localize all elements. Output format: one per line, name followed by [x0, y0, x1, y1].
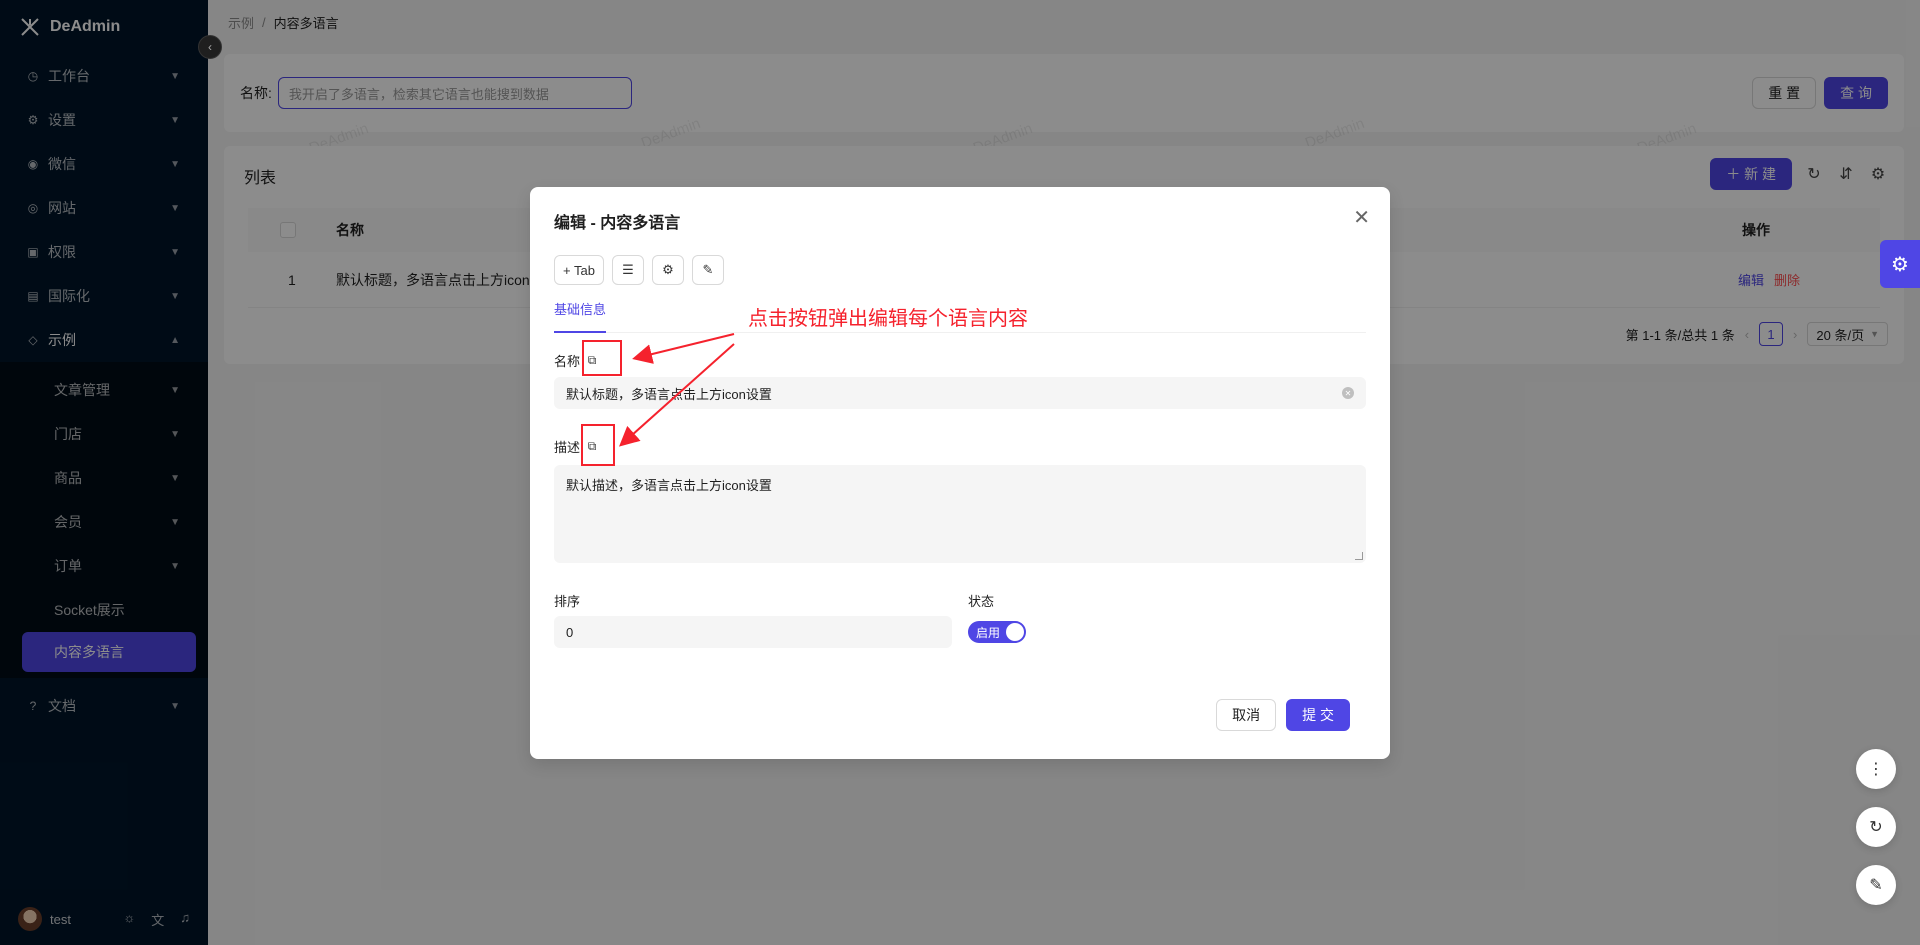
annotation-highlight-box: [581, 424, 615, 466]
desc-textarea-value: 默认描述，多语言点击上方icon设置: [566, 478, 772, 493]
sort-field-label: 排序: [554, 591, 580, 610]
gear-icon[interactable]: ⚙: [651, 255, 684, 285]
status-switch[interactable]: 启用: [968, 621, 1026, 643]
resize-handle[interactable]: [1355, 552, 1363, 560]
sort-input[interactable]: 0: [554, 616, 952, 648]
list-icon[interactable]: ☰: [611, 255, 644, 285]
edit-modal: 编辑 - 内容多语言 ✕ + Tab ☰ ⚙ ✎ 基础信息 名称 ⧉ 默认标题，…: [530, 187, 1390, 759]
collapse-sidebar-button[interactable]: ‹: [198, 35, 222, 59]
desc-textarea[interactable]: 默认描述，多语言点击上方icon设置: [554, 465, 1366, 563]
gear-icon: ⚙: [1891, 253, 1909, 276]
submit-button[interactable]: 提 交: [1286, 699, 1350, 731]
modal-toolbar: + Tab ☰ ⚙ ✎: [554, 255, 724, 285]
add-tab-button[interactable]: + Tab: [554, 255, 604, 285]
status-label-text: 状态: [968, 594, 995, 609]
desc-label-text: 描述: [554, 440, 581, 455]
cancel-button[interactable]: 取消: [1216, 699, 1277, 731]
annotation-highlight-box: [582, 340, 622, 376]
clear-input-icon[interactable]: ✕: [1342, 387, 1354, 399]
status-field-label: 状态: [968, 591, 994, 610]
sort-label-text: 排序: [554, 594, 581, 609]
modal-title: 编辑 - 内容多语言: [554, 215, 681, 232]
more-icon[interactable]: ⋮: [1856, 749, 1896, 789]
modal-footer: 取消 提 交: [1216, 699, 1350, 731]
name-input[interactable]: 默认标题，多语言点击上方icon设置 ✕: [554, 377, 1366, 409]
clear-icon[interactable]: ✎: [691, 255, 724, 285]
float-buttons: ⋮ ↻ ✎: [1856, 749, 1896, 905]
tab-basic-info[interactable]: 基础信息: [554, 299, 607, 333]
theme-setting-button[interactable]: ⚙: [1880, 240, 1920, 288]
switch-knob: [1006, 623, 1024, 641]
refresh-icon[interactable]: ↻: [1856, 807, 1896, 847]
name-label-text: 名称: [554, 354, 581, 369]
close-icon[interactable]: ✕: [1353, 205, 1370, 230]
name-input-value: 默认标题，多语言点击上方icon设置: [566, 386, 772, 402]
sort-input-value: 0: [566, 624, 574, 640]
status-switch-label: 启用: [976, 625, 1001, 640]
annotation-text: 点击按钮弹出编辑每个语言内容: [748, 308, 1028, 330]
clear-icon[interactable]: ✎: [1856, 865, 1896, 905]
